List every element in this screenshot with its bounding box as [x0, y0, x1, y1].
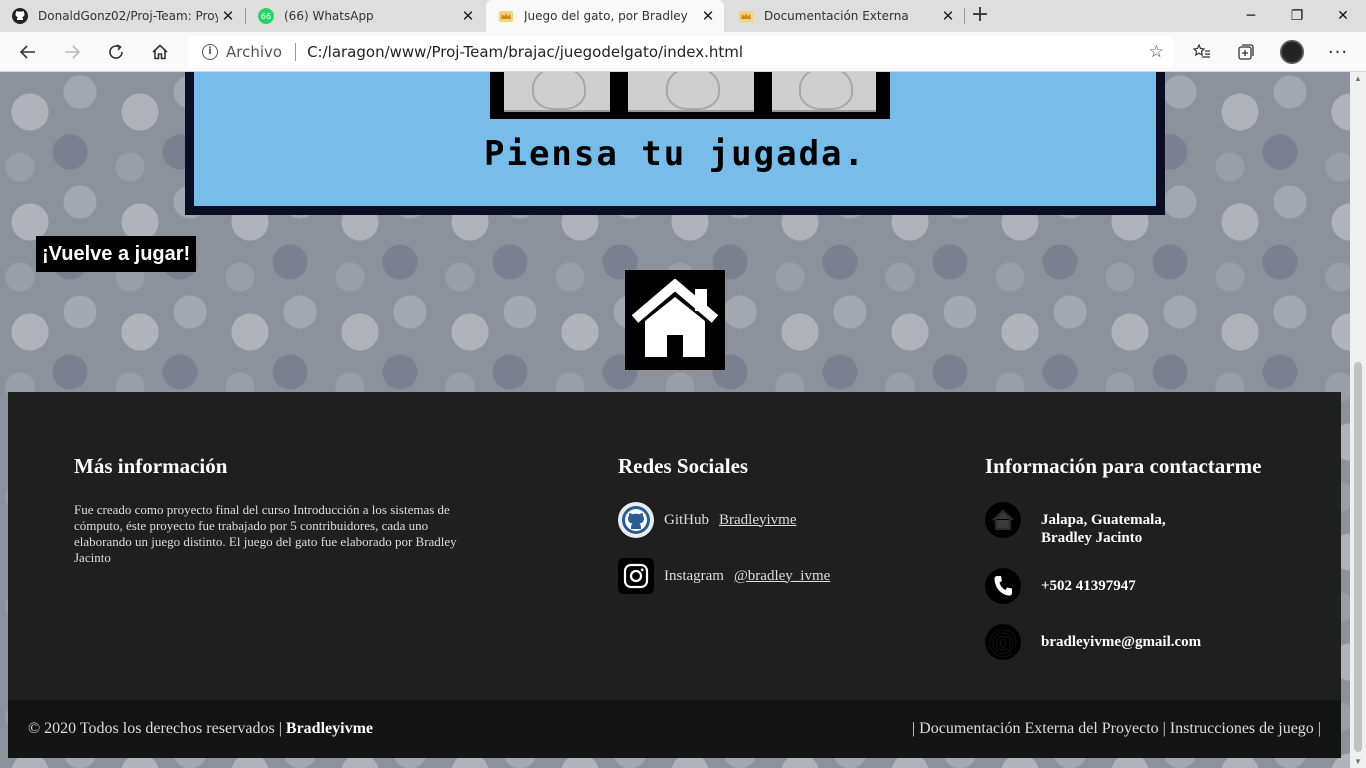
at-sign-icon: @ — [985, 624, 1021, 660]
crown-icon — [498, 8, 514, 24]
address-bar[interactable]: i Archivo C:/laragon/www/Proj-Team/braja… — [188, 36, 1174, 68]
more-dots-icon: ··· — [1327, 41, 1349, 63]
tab-title: DonaldGonz02/Proj-Team: Proye — [38, 9, 218, 23]
copyright-text: © 2020 Todos los derechos reservados | — [28, 720, 282, 737]
contact-email[interactable]: bradleyivme@gmail.com — [1041, 624, 1201, 651]
home-icon — [152, 44, 168, 60]
tab-close-icon[interactable]: ✕ — [698, 7, 718, 25]
reload-button[interactable] — [100, 36, 132, 68]
footer-bottom-bar: © 2020 Todos los derechos reservados | B… — [8, 700, 1341, 758]
link-separator: | — [1317, 720, 1321, 737]
footer-links: | Documentación Externa del Proyecto | I… — [912, 720, 1321, 738]
forward-button[interactable] — [56, 36, 88, 68]
tab-title: Documentación Externa — [764, 9, 909, 23]
copyright-name: Bradleyivme — [285, 720, 373, 737]
address-scheme-label: Archivo — [226, 43, 283, 61]
link-separator: | — [911, 720, 916, 737]
scroll-up-arrow-icon[interactable]: ▲ — [1354, 74, 1362, 83]
site-footer: Más información Fue creado como proyecto… — [8, 392, 1341, 700]
tab-github[interactable]: DonaldGonz02/Proj-Team: Proye ✕ — [0, 0, 244, 32]
address-divider — [295, 43, 297, 61]
contact-location-row: Jalapa, Guatemala, Bradley Jacinto — [985, 502, 1166, 547]
tab-juego-del-gato[interactable]: Juego del gato, por Bradley ✕ — [486, 0, 724, 32]
new-tab-button[interactable]: + — [968, 3, 992, 27]
social-github-row: GitHub Bradleyivme — [618, 502, 796, 538]
whatsapp-icon: 66 — [258, 8, 274, 24]
tab-whatsapp[interactable]: 66 (66) WhatsApp ✕ — [246, 0, 484, 32]
favorite-star-icon[interactable]: ☆ — [1149, 42, 1164, 62]
contact-email-row: @ bradleyivme@gmail.com — [985, 624, 1201, 660]
settings-more-button[interactable]: ··· — [1324, 38, 1352, 66]
browser-toolbar: i Archivo C:/laragon/www/Proj-Team/braja… — [0, 32, 1366, 72]
tab-close-icon[interactable]: ✕ — [938, 7, 958, 25]
favorites-button[interactable] — [1188, 38, 1216, 66]
browser-tab-bar: DonaldGonz02/Proj-Team: Proye ✕ 66 (66) … — [0, 0, 1366, 32]
github-icon — [12, 8, 28, 24]
restore-button[interactable]: ❐ — [1274, 0, 1320, 32]
link-separator: | — [1162, 720, 1166, 737]
tab-title: Juego del gato, por Bradley — [524, 9, 688, 23]
collections-icon — [1238, 44, 1254, 60]
crown-icon — [738, 8, 754, 24]
social-instagram-row: Instagram @bradley_ivme — [618, 558, 830, 594]
board-cell[interactable] — [504, 72, 610, 112]
contact-title: Información para contactarme — [985, 454, 1262, 478]
contact-phone-row: +502 41397947 — [985, 568, 1136, 604]
board-cell[interactable] — [628, 72, 754, 112]
game-board — [490, 72, 890, 119]
game-instructions-link[interactable]: Instrucciones de juego — [1170, 720, 1314, 737]
github-profile-link[interactable]: Bradleyivme — [719, 512, 796, 529]
github-icon — [618, 502, 654, 538]
minimize-button[interactable]: ─ — [1228, 0, 1274, 32]
page-viewport: Piensa tu jugada. ¡Vuelve a jugar! Más i… — [0, 72, 1350, 768]
copyright: © 2020 Todos los derechos reservados | B… — [28, 720, 373, 738]
game-status-text: Piensa tu jugada. — [484, 134, 866, 174]
page-scrollbar[interactable]: ▲ ▼ — [1350, 72, 1366, 768]
reload-icon — [109, 44, 123, 59]
location-home-icon — [985, 502, 1021, 538]
play-again-button[interactable]: ¡Vuelve a jugar! — [36, 236, 197, 272]
phone-icon — [985, 568, 1021, 604]
game-panel: Piensa tu jugada. — [185, 72, 1165, 215]
home-button[interactable] — [144, 36, 176, 68]
tab-close-icon[interactable]: ✕ — [458, 7, 478, 25]
contact-location-line2: Bradley Jacinto — [1041, 530, 1143, 546]
profile-avatar[interactable] — [1280, 40, 1304, 64]
house-icon — [631, 279, 719, 357]
collections-button[interactable] — [1232, 38, 1260, 66]
back-button[interactable] — [12, 36, 44, 68]
favorites-list-icon — [1193, 43, 1210, 58]
tab-close-icon[interactable]: ✕ — [218, 7, 238, 25]
instagram-icon — [618, 558, 654, 594]
github-label: GitHub — [664, 511, 709, 528]
tab-separator — [964, 8, 965, 24]
instagram-profile-link[interactable]: @bradley_ivme — [734, 568, 830, 585]
social-title: Redes Sociales — [618, 454, 749, 478]
tab-title: (66) WhatsApp — [284, 9, 374, 23]
contact-phone: +502 41397947 — [1041, 578, 1136, 594]
scroll-down-arrow-icon[interactable]: ▼ — [1354, 757, 1362, 766]
forward-arrow-icon — [65, 45, 81, 59]
instagram-label: Instagram — [664, 567, 724, 584]
about-text: Fue creado como proyecto final del curso… — [74, 502, 457, 565]
close-window-button[interactable]: ✕ — [1320, 0, 1366, 32]
board-cell[interactable] — [772, 72, 876, 112]
contact-location-line1: Jalapa, Guatemala, — [1041, 512, 1166, 528]
address-url[interactable]: C:/laragon/www/Proj-Team/brajac/juegodel… — [307, 43, 743, 61]
back-arrow-icon — [19, 45, 35, 59]
scrollbar-thumb[interactable] — [1354, 362, 1362, 752]
home-link-button[interactable] — [625, 270, 725, 370]
info-icon[interactable]: i — [202, 44, 218, 60]
about-title: Más información — [74, 454, 228, 478]
external-docs-link[interactable]: Documentación Externa del Proyecto — [919, 720, 1158, 737]
tab-documentacion-externa[interactable]: Documentación Externa ✕ — [726, 0, 964, 32]
